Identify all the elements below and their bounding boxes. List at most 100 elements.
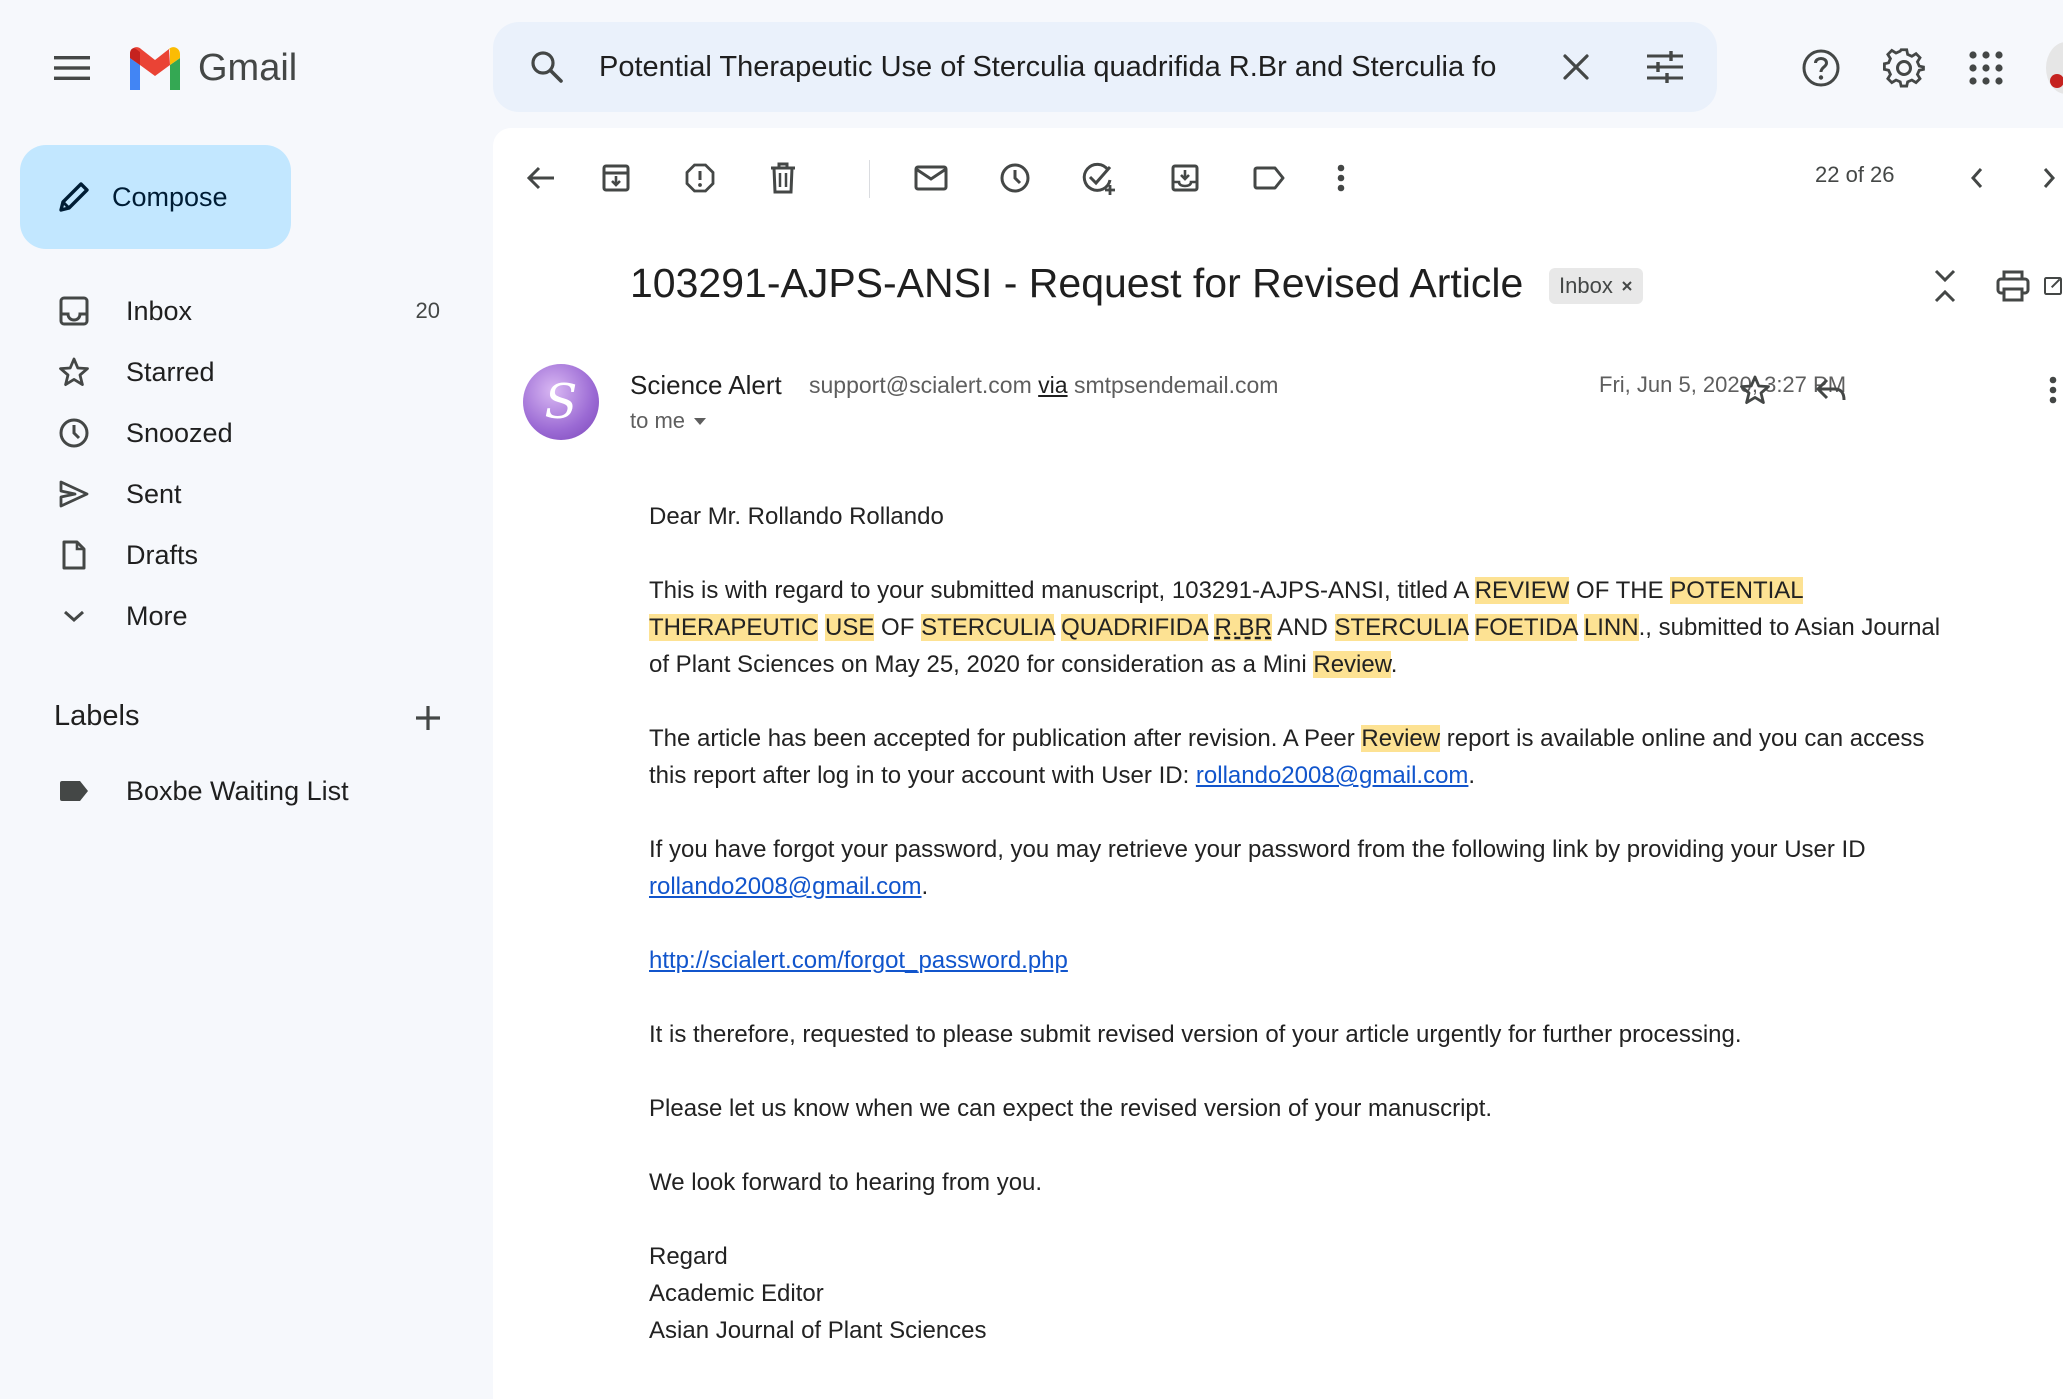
sidebar-item-label: Sent <box>126 478 182 509</box>
body-paragraph: The article has been accepted for public… <box>649 720 1949 794</box>
recipients-toggle[interactable]: to me <box>630 408 707 434</box>
search-highlight: QUADRIFIDA <box>1061 614 1208 641</box>
search-highlight: USE <box>825 614 875 641</box>
greeting: Dear Mr. Rollando Rollando <box>649 503 944 530</box>
text: AND <box>1271 614 1335 641</box>
add-label-icon[interactable] <box>410 700 446 736</box>
sender-avatar-letter: S <box>544 374 578 430</box>
reply-icon[interactable] <box>1811 370 1851 410</box>
move-to-icon[interactable] <box>1165 158 1205 198</box>
sidebar-item-sent[interactable]: Sent <box>0 464 470 524</box>
sidebar-item-snoozed[interactable]: Snoozed <box>0 403 470 463</box>
sidebar-item-label: Snoozed <box>126 417 233 448</box>
inbox-label-chip[interactable]: Inbox <box>1549 268 1643 304</box>
settings-gear-icon[interactable] <box>1880 44 1928 92</box>
sidebar-item-label: Drafts <box>126 539 199 570</box>
sidebar-item-drafts[interactable]: Drafts <box>0 525 470 585</box>
email-date: Fri, Jun 5, 2020, 3:27 PM <box>1599 372 1847 397</box>
text: . <box>1468 762 1476 789</box>
sender-avatar[interactable]: S <box>523 364 599 440</box>
body-paragraph: It is therefore, requested to please sub… <box>649 1021 1742 1048</box>
label-as-icon[interactable] <box>1249 158 1289 198</box>
sidebar-item-label: Starred <box>126 356 215 387</box>
sidebar-item-starred[interactable]: Starred <box>0 342 470 402</box>
forgot-password-link[interactable]: http://scialert.com/forgot_password.php <box>649 947 1068 974</box>
clock-icon <box>56 415 92 451</box>
email-link[interactable]: rollando2008@gmail.com <box>1196 762 1469 789</box>
collapse-all-icon[interactable] <box>1925 266 1965 306</box>
more-vertical-icon[interactable] <box>1321 158 1361 198</box>
sender-address: support@scialert.com via smtpsendemail.c… <box>809 372 1278 399</box>
recipients-label: to me <box>630 408 686 433</box>
main-menu-button[interactable] <box>48 44 96 92</box>
email-subject: 103291-AJPS-ANSI - Request for Revised A… <box>630 260 1524 306</box>
mark-unread-icon[interactable] <box>911 158 951 198</box>
message-more-icon[interactable] <box>2049 370 2063 410</box>
gmail-m-icon <box>126 46 184 90</box>
body-paragraph: We look forward to hearing from you. <box>649 1169 1043 1196</box>
sidebar-item-inbox[interactable]: Inbox 20 <box>0 281 470 341</box>
hamburger-icon <box>54 54 90 82</box>
search-highlight: LINN <box>1583 614 1639 641</box>
sender-name[interactable]: Science Alert <box>630 370 782 401</box>
search-input[interactable]: Potential Therapeutic Use of Sterculia q… <box>599 22 1539 112</box>
compose-button[interactable]: Compose <box>20 145 291 249</box>
search-icon[interactable] <box>527 47 567 87</box>
search-highlight: FOETIDA <box>1474 614 1578 641</box>
search-highlight[interactable]: R.BR <box>1214 614 1272 641</box>
older-chevron-right-icon[interactable] <box>2029 158 2063 198</box>
search-highlight: STERCULIA <box>1334 614 1468 641</box>
star-icon[interactable] <box>1735 370 1775 410</box>
add-to-tasks-icon[interactable] <box>1079 158 1119 198</box>
gmail-logo[interactable]: Gmail <box>126 44 297 92</box>
sidebar-item-label: More <box>126 600 188 631</box>
toolbar-divider <box>869 160 870 198</box>
print-icon[interactable] <box>1993 266 2033 306</box>
search-highlight: THERAPEUTIC <box>649 614 819 641</box>
newer-chevron-left-icon[interactable] <box>1957 158 1997 198</box>
account-avatar[interactable] <box>2046 42 2063 94</box>
body-paragraph: http://scialert.com/forgot_password.php <box>649 942 1949 979</box>
search-highlight: POTENTIAL <box>1670 577 1803 604</box>
sender-email: support@scialert.com <box>809 372 1032 398</box>
help-icon[interactable] <box>1797 44 1845 92</box>
unread-count: 20 <box>415 298 440 323</box>
inbox-label-text: Inbox <box>1559 273 1613 298</box>
search-options-icon[interactable] <box>1645 47 1685 87</box>
search-highlight: Review <box>1361 725 1441 752</box>
search-highlight: Review <box>1313 651 1391 678</box>
remove-label-icon[interactable] <box>1621 280 1633 292</box>
text: This is with regard to your submitted ma… <box>649 577 1475 604</box>
email-link[interactable]: rollando2008@gmail.com <box>649 873 922 900</box>
text: If you have forgot your password, you ma… <box>649 836 1866 863</box>
inbox-icon <box>56 293 92 329</box>
clear-search-icon[interactable] <box>1556 47 1596 87</box>
email-body: Dear Mr. Rollando Rollando This is with … <box>649 498 1949 1349</box>
via-link[interactable]: via <box>1038 372 1067 398</box>
signature: Regard Academic Editor Asian Journal of … <box>649 1238 1949 1349</box>
sidebar-item-more[interactable]: More <box>0 586 470 646</box>
archive-icon[interactable] <box>596 158 636 198</box>
body-paragraph: This is with regard to your submitted ma… <box>649 572 1949 683</box>
search-highlight: REVIEW <box>1474 577 1570 604</box>
snooze-icon[interactable] <box>995 158 1035 198</box>
search-highlight: STERCULIA <box>921 614 1055 641</box>
text: The article has been accepted for public… <box>649 725 1362 752</box>
compose-label: Compose <box>112 181 228 212</box>
text: OF THE <box>1569 577 1671 604</box>
report-spam-icon[interactable] <box>680 158 720 198</box>
open-new-window-icon[interactable] <box>2043 266 2063 306</box>
search-bar[interactable]: Potential Therapeutic Use of Sterculia q… <box>493 22 1717 112</box>
trash-icon[interactable] <box>763 158 803 198</box>
sidebar-item-label: Inbox <box>126 295 193 326</box>
apps-grid-icon[interactable] <box>1962 44 2010 92</box>
send-icon <box>56 476 92 512</box>
via-domain: smtpsendemail.com <box>1073 372 1279 398</box>
chevron-down-icon <box>56 598 92 634</box>
text: . <box>1390 651 1398 678</box>
body-paragraph: If you have forgot your password, you ma… <box>649 831 1949 905</box>
sidebar-label-boxbe[interactable]: Boxbe Waiting List <box>0 761 470 821</box>
back-arrow-icon[interactable] <box>521 158 561 198</box>
caret-down-icon <box>693 417 707 426</box>
label-icon <box>56 773 92 809</box>
